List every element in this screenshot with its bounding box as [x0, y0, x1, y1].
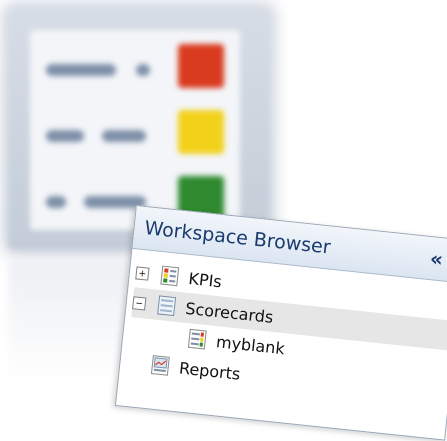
scorecard-tile-inner — [30, 30, 240, 230]
tree-item-label: Scorecards — [184, 298, 275, 327]
status-yellow-square — [178, 110, 224, 154]
tree-item-label: KPIs — [187, 268, 223, 291]
scorecard-item-icon — [185, 327, 209, 351]
scorecard-bar — [46, 64, 116, 76]
collapse-node-icon[interactable]: − — [132, 295, 147, 311]
scorecard-bar — [136, 64, 150, 76]
tree-item-label: myblank — [215, 331, 286, 358]
scorecard-bar — [46, 130, 84, 142]
workspace-browser-panel: Workspace Browser « + KPIs − Scorecards … — [114, 205, 447, 441]
report-icon — [148, 353, 172, 377]
scorecard-icon — [155, 294, 179, 318]
status-red-square — [178, 44, 224, 88]
collapse-icon[interactable]: « — [429, 246, 444, 271]
tree-item-label: Reports — [178, 357, 242, 384]
scorecard-bar — [46, 196, 66, 208]
expand-icon[interactable]: + — [135, 265, 150, 281]
kpi-icon — [158, 264, 182, 288]
scorecard-bar — [102, 130, 146, 142]
